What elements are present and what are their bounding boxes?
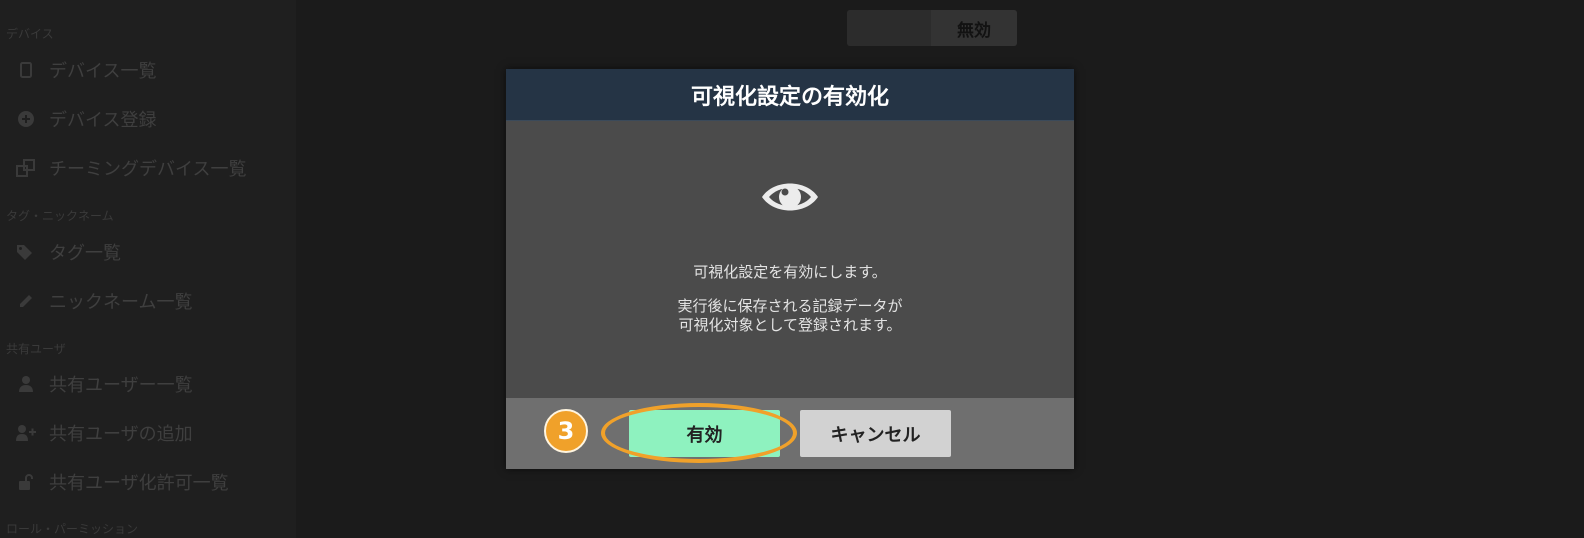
eye-icon <box>762 183 818 211</box>
sidebar-item-device-register[interactable]: デバイス登録 <box>16 104 156 134</box>
user-plus-icon <box>16 423 36 443</box>
enable-button[interactable]: 有効 <box>629 410 780 457</box>
sidebar: デバイス デバイス一覧 デバイス登録 チーミングデバイス一覧 タグ・ニックネーム… <box>0 0 296 538</box>
unlock-icon <box>16 472 36 492</box>
pencil-icon <box>16 291 36 311</box>
dialog-detail-line: 実行後に保存される記録データが <box>677 297 903 315</box>
tags-icon <box>16 242 36 262</box>
sidebar-item-label: デバイス一覧 <box>49 61 157 82</box>
sidebar-item-label: タグ一覧 <box>49 243 121 264</box>
clone-icon <box>16 158 36 178</box>
sidebar-section-tags: タグ・ニックネーム <box>6 209 114 223</box>
cancel-button[interactable]: キャンセル <box>800 410 951 457</box>
sidebar-item-nickname-list[interactable]: ニックネーム一覧 <box>16 286 192 316</box>
dialog-detail-line: 可視化対象として登録されます。 <box>678 316 902 334</box>
user-icon <box>16 374 36 394</box>
dialog-footer: 3 有効 キャンセル <box>506 398 1074 469</box>
dialog-title: 可視化設定の有効化 <box>506 69 1074 121</box>
sidebar-item-device-list[interactable]: デバイス一覧 <box>16 55 156 85</box>
device-icon <box>16 60 36 80</box>
sidebar-item-teaming-devices[interactable]: チーミングデバイス一覧 <box>16 153 246 183</box>
plus-circle-icon <box>16 109 36 129</box>
toggle-enable-option[interactable] <box>847 10 931 46</box>
sidebar-item-label: 共有ユーザの追加 <box>49 424 193 445</box>
sidebar-item-tag-list[interactable]: タグ一覧 <box>16 237 121 267</box>
sidebar-item-shared-user-list[interactable]: 共有ユーザー一覧 <box>16 369 193 399</box>
sidebar-section-devices: デバイス <box>6 27 54 41</box>
sidebar-item-label: チーミングデバイス一覧 <box>49 159 247 180</box>
visualization-enable-dialog: 可視化設定の有効化 可視化設定を有効にします。 実行後に保存される記録データが … <box>506 69 1074 469</box>
sidebar-item-label: ニックネーム一覧 <box>49 292 193 313</box>
step-number-badge: 3 <box>544 409 588 453</box>
sidebar-item-add-shared-user[interactable]: 共有ユーザの追加 <box>16 418 193 448</box>
sidebar-section-roles: ロール・パーミッション <box>6 522 139 536</box>
sidebar-section-shared-users: 共有ユーザ <box>6 342 66 356</box>
dialog-message: 可視化設定を有効にします。 <box>693 263 887 281</box>
enable-disable-toggle[interactable]: 無効 <box>847 10 1017 46</box>
sidebar-item-label: 共有ユーザー一覧 <box>49 375 193 396</box>
sidebar-item-label: 共有ユーザ化許可一覧 <box>49 473 229 494</box>
sidebar-item-shared-user-permission-list[interactable]: 共有ユーザ化許可一覧 <box>16 467 229 497</box>
dialog-detail: 実行後に保存される記録データが 可視化対象として登録されます。 <box>506 297 1074 335</box>
toggle-disable-option[interactable]: 無効 <box>931 10 1017 46</box>
dialog-body: 可視化設定を有効にします。 実行後に保存される記録データが 可視化対象として登録… <box>506 121 1074 395</box>
sidebar-item-label: デバイス登録 <box>49 110 157 131</box>
